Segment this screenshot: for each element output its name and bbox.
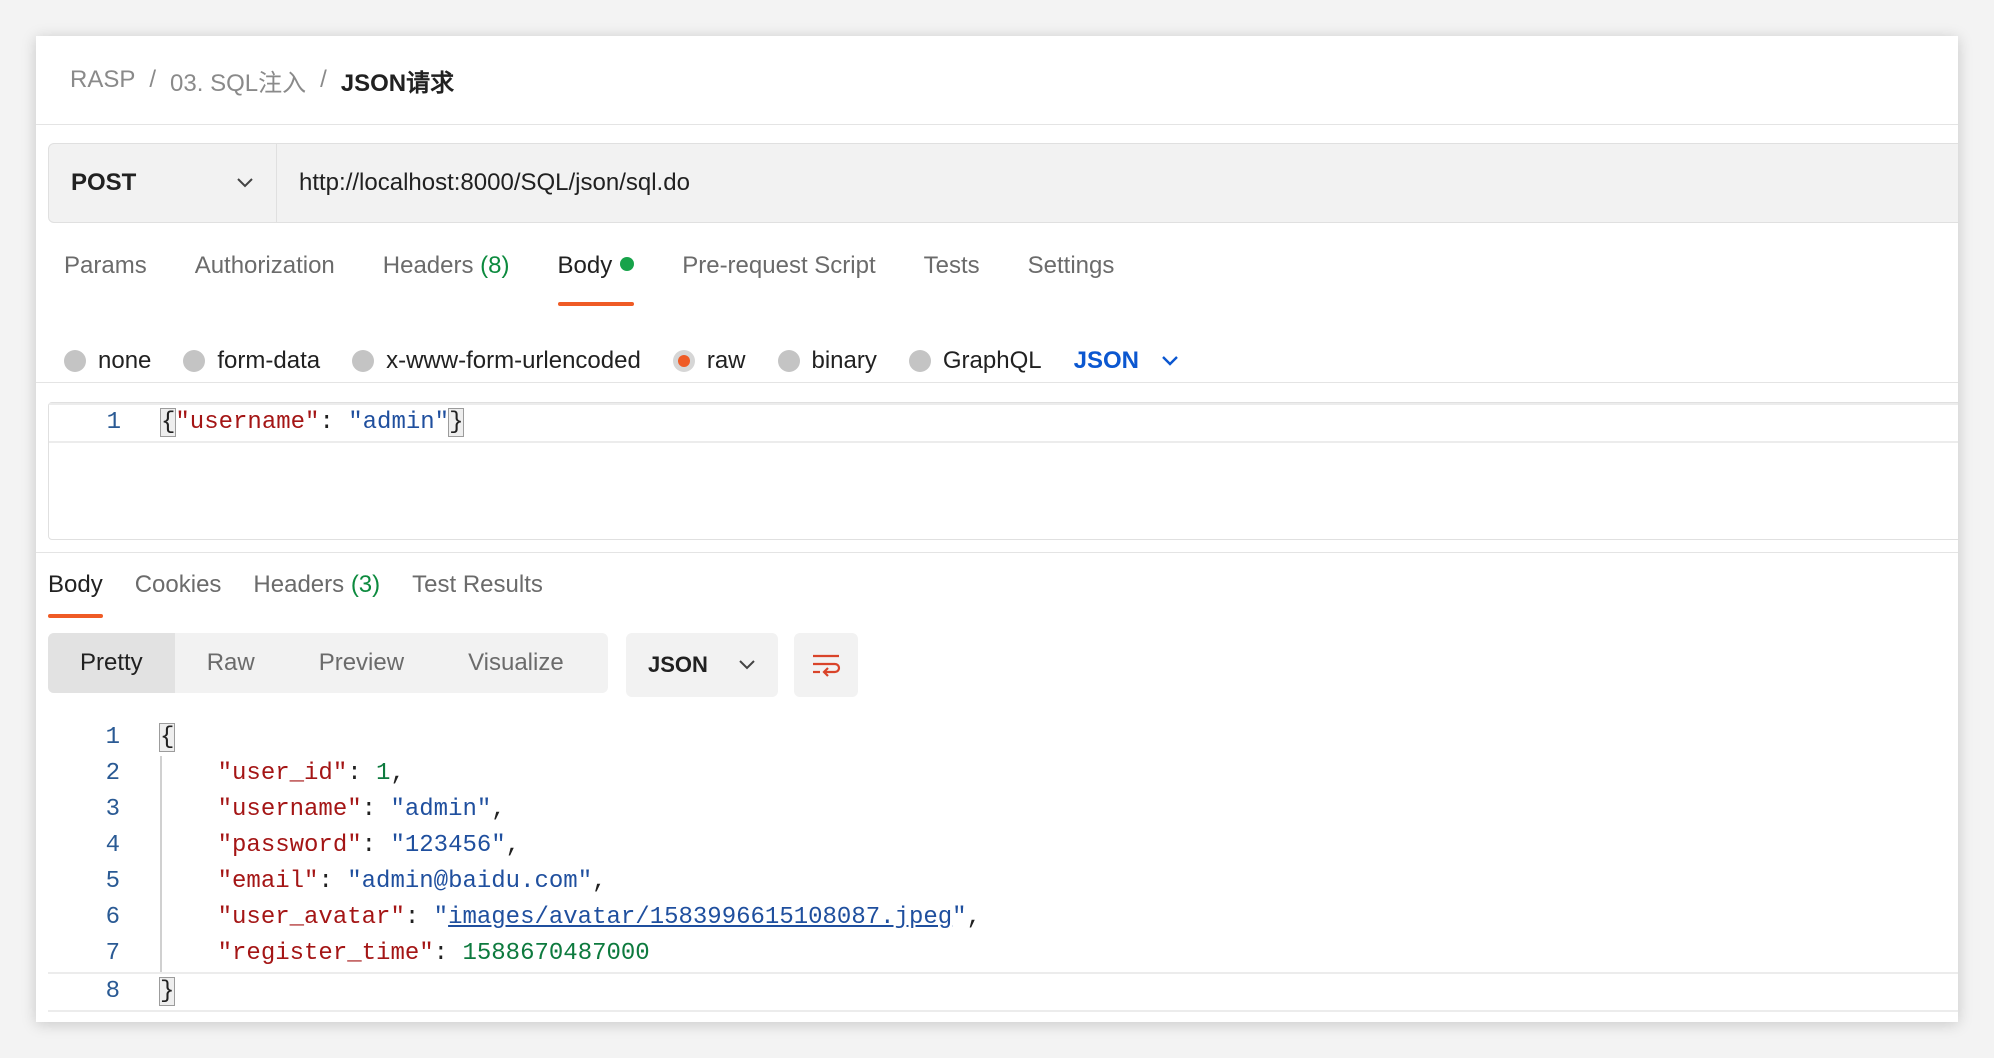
radio-button[interactable] — [908, 350, 931, 372]
body-type-none[interactable]: none — [64, 347, 151, 375]
tab-body[interactable]: Body — [557, 246, 635, 306]
view-preview-button[interactable]: Preview — [287, 633, 436, 693]
body-type-form-data[interactable]: form-data — [183, 347, 320, 375]
body-type-raw[interactable]: raw — [672, 347, 746, 375]
request-url-bar: POST — [48, 143, 1958, 223]
radio-button[interactable] — [352, 350, 375, 372]
chevron-down-icon — [739, 660, 755, 670]
radio-button[interactable] — [64, 350, 86, 372]
tab-tests[interactable]: Tests — [924, 246, 980, 306]
divider — [36, 124, 1958, 125]
line-number: 4 — [105, 832, 120, 859]
line-number: 3 — [105, 796, 120, 823]
code-line: 1 {"username": "admin"} — [49, 403, 1958, 443]
response-tab-test-results[interactable]: Test Results — [412, 564, 543, 622]
code-line: 5 "email": "admin@baidu.com", — [48, 864, 1958, 900]
body-type-binary[interactable]: binary — [777, 347, 877, 375]
radio-button-selected[interactable] — [672, 350, 695, 372]
line-number: 1 — [106, 409, 121, 436]
breadcrumb-separator: / — [149, 66, 157, 93]
tab-authorization[interactable]: Authorization — [195, 246, 335, 306]
request-tabs: Params Authorization Headers (8) Body Pr… — [64, 246, 1162, 306]
response-headers-count: (3) — [350, 571, 381, 598]
code-line: 6 "user_avatar": "images/avatar/15839966… — [48, 900, 1958, 936]
radio-button[interactable] — [183, 350, 206, 372]
request-body-editor[interactable]: 1 {"username": "admin"} — [48, 402, 1958, 540]
url-input[interactable] — [277, 143, 1958, 223]
tab-params[interactable]: Params — [64, 246, 147, 306]
line-number: 7 — [105, 940, 120, 967]
tab-prerequest-script[interactable]: Pre-request Script — [682, 246, 875, 306]
breadcrumb-item-rasp[interactable]: RASP — [70, 66, 135, 94]
body-status-dot — [620, 256, 635, 271]
response-tabs: Body Cookies Headers (3) Test Results — [48, 564, 575, 622]
wrap-lines-icon — [813, 654, 841, 677]
body-type-graphql[interactable]: GraphQL — [908, 347, 1042, 375]
postman-window: RASP / 03. SQL注入 / JSON请求 POST Params Au… — [36, 36, 1958, 1022]
raw-language-select[interactable]: JSON — [1074, 347, 1179, 375]
chevron-down-icon — [237, 178, 253, 188]
method-select[interactable]: POST — [49, 144, 277, 222]
response-tab-headers[interactable]: Headers (3) — [253, 564, 380, 622]
line-number: 8 — [105, 978, 120, 1005]
line-number: 5 — [105, 868, 120, 895]
chevron-down-icon — [1162, 356, 1178, 366]
code-line: 8 } — [48, 972, 1958, 1012]
line-number: 6 — [105, 904, 120, 931]
headers-count: (8) — [480, 252, 510, 279]
line-number: 1 — [105, 724, 120, 751]
breadcrumb-separator: / — [320, 66, 327, 93]
body-type-urlencoded[interactable]: x-www-form-urlencoded — [352, 347, 641, 375]
view-visualize-button[interactable]: Visualize — [436, 633, 596, 693]
body-type-options: none form-data x-www-form-urlencoded raw… — [64, 341, 1179, 381]
divider — [36, 552, 1958, 553]
view-pretty-button[interactable]: Pretty — [48, 633, 175, 693]
line-number: 2 — [105, 760, 120, 787]
response-tab-body[interactable]: Body — [48, 564, 103, 622]
wrap-lines-button[interactable] — [794, 633, 858, 697]
radio-button[interactable] — [777, 350, 800, 372]
tab-settings[interactable]: Settings — [1028, 246, 1115, 306]
avatar-path-link[interactable]: images/avatar/1583996615108087.jpeg — [448, 904, 952, 931]
response-body-viewer[interactable]: 1 { 2 "user_id": 1, 3 "username": "admin… — [48, 720, 1958, 1020]
code-line: 2 "user_id": 1, — [48, 756, 1958, 792]
response-view-mode: Pretty Raw Preview Visualize — [48, 633, 608, 693]
breadcrumb-item-sql-injection[interactable]: 03. SQL注入 — [170, 63, 306, 98]
code-line: 4 "password": "123456", — [48, 828, 1958, 864]
response-format-select[interactable]: JSON — [626, 633, 778, 697]
breadcrumb: RASP / 03. SQL注入 / JSON请求 — [70, 60, 454, 100]
method-label: POST — [71, 169, 137, 196]
view-raw-button[interactable]: Raw — [175, 633, 287, 693]
code-line: 7 "register_time": 1588670487000 — [48, 936, 1958, 972]
divider — [36, 382, 1958, 383]
code-line: 3 "username": "admin", — [48, 792, 1958, 828]
response-tab-cookies[interactable]: Cookies — [135, 564, 222, 622]
tab-headers[interactable]: Headers (8) — [383, 246, 510, 306]
code-line: 1 { — [48, 720, 1958, 756]
breadcrumb-item-current-request[interactable]: JSON请求 — [341, 63, 454, 98]
